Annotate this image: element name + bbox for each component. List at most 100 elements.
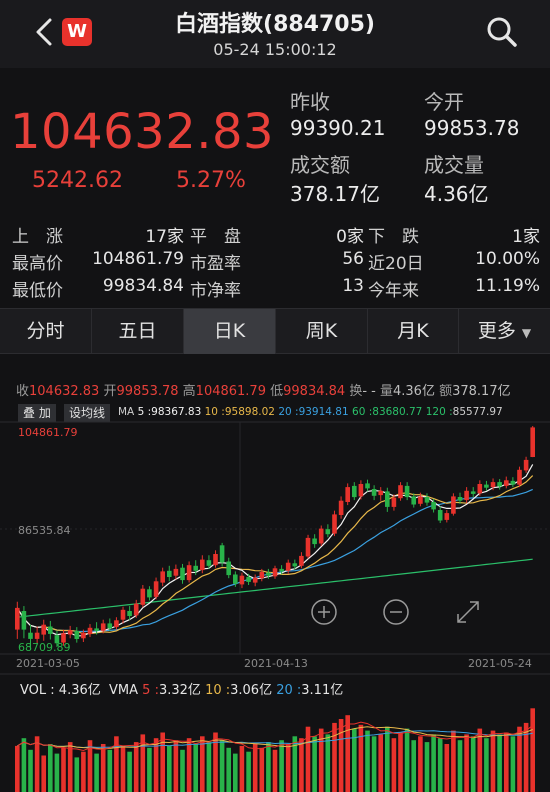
candle-body xyxy=(352,485,357,498)
tab-monthly-k[interactable]: 月K xyxy=(368,309,459,354)
volume-bar xyxy=(200,736,205,792)
pe-label: 市盈率 xyxy=(190,254,241,274)
candle-body xyxy=(120,609,126,620)
candle-body xyxy=(186,565,192,581)
candlestick-chart[interactable] xyxy=(0,354,550,792)
volume-bar xyxy=(523,722,529,792)
candle-body xyxy=(272,568,278,577)
vol-legend: VOL : 4.36亿 VMA 5 :3.32亿 10 :3.06亿 20 :3… xyxy=(20,679,343,698)
fullscreen-button[interactable] xyxy=(454,598,482,626)
candle-body xyxy=(100,623,106,631)
volume-bar xyxy=(299,738,304,792)
open-value: 99853.78 xyxy=(424,116,520,140)
candle-body xyxy=(266,572,271,576)
volume-bar xyxy=(510,736,516,792)
tab-five-day[interactable]: 五日 xyxy=(92,309,184,354)
candle-body xyxy=(504,480,509,486)
candle-body xyxy=(193,565,198,571)
price-change-pct: 5.27% xyxy=(176,168,246,193)
vma5-key: 5 : xyxy=(142,683,159,698)
volume-bar xyxy=(517,726,522,792)
candle-body xyxy=(226,561,231,576)
candle-body xyxy=(233,574,238,584)
candle-body xyxy=(219,545,225,563)
flat-label: 平 盘 xyxy=(190,227,241,247)
volume-bar xyxy=(411,740,416,792)
volume-bar xyxy=(477,728,483,792)
vma-key: VMA xyxy=(109,683,139,698)
volume-bar xyxy=(193,744,198,792)
volume-bar xyxy=(424,742,430,792)
pb-label: 市净率 xyxy=(190,281,241,301)
candle-body xyxy=(173,568,179,576)
candle-body xyxy=(358,484,364,497)
candle-body xyxy=(444,513,450,520)
volume-bar xyxy=(167,745,172,792)
vol-legend-key: VOL : xyxy=(20,683,55,698)
volume-bar xyxy=(239,745,245,792)
candle-body xyxy=(153,581,159,597)
volume-bar xyxy=(391,738,397,792)
candle-body xyxy=(160,571,165,583)
candle-body xyxy=(530,427,535,457)
vma20-key: 20 : xyxy=(276,683,302,698)
volume-bar xyxy=(15,745,20,792)
tab-more[interactable]: 更多 ▼ xyxy=(459,309,550,354)
open-label: 今开 xyxy=(424,90,464,114)
flat-value: 0家 xyxy=(336,227,364,247)
volume-bar xyxy=(444,744,450,792)
volume-bar xyxy=(54,753,60,792)
volume-bar xyxy=(252,744,258,792)
volume-bar xyxy=(206,742,212,792)
volume-bar xyxy=(490,730,496,792)
candle-body xyxy=(411,496,416,505)
vma5-value: 3.32亿 xyxy=(158,683,201,698)
search-button[interactable] xyxy=(484,14,520,50)
price-max-label: 104861.79 xyxy=(18,426,78,439)
volume-bar xyxy=(246,751,251,792)
candle-body xyxy=(477,484,483,494)
volume-bar xyxy=(371,736,377,792)
volume-bar xyxy=(74,757,80,792)
candle-body xyxy=(213,554,218,566)
turnover-label: 成交额 xyxy=(290,153,350,177)
candle-body xyxy=(490,482,496,488)
volume-bar xyxy=(259,747,265,792)
volume-bar xyxy=(266,742,271,792)
candle-body xyxy=(259,572,265,579)
date-mid-label: 2021-04-13 xyxy=(244,657,308,670)
volume-bar xyxy=(437,738,443,792)
volume-bar xyxy=(451,730,456,792)
candle-body xyxy=(41,624,46,635)
volume-bar xyxy=(504,732,509,792)
tab-daily-k[interactable]: 日K xyxy=(184,309,276,354)
volume-bar xyxy=(431,734,436,792)
volume-bar xyxy=(385,726,390,792)
candle-body xyxy=(239,575,245,585)
volume-bar xyxy=(497,734,502,792)
pe-value: 56 xyxy=(342,249,364,269)
vma10-value: 3.06亿 xyxy=(230,683,273,698)
tab-weekly-k[interactable]: 周K xyxy=(276,309,368,354)
volume-bar xyxy=(127,751,132,792)
candle-body xyxy=(28,632,33,639)
candle-body xyxy=(180,567,185,581)
volume-bar xyxy=(226,747,231,792)
candle-body xyxy=(140,588,146,605)
candle-body xyxy=(312,538,317,545)
volume-bar xyxy=(107,749,113,792)
volume-bar xyxy=(404,728,410,792)
candle-body xyxy=(48,626,53,634)
candle-body xyxy=(457,497,463,501)
volume-bar xyxy=(332,722,337,792)
volume-bar xyxy=(378,734,383,792)
prev-close-value: 99390.21 xyxy=(290,116,386,140)
volume-bar xyxy=(120,745,126,792)
volume-bar xyxy=(338,719,344,792)
zoom-in-button[interactable] xyxy=(310,598,338,626)
tab-intraday[interactable]: 分时 xyxy=(0,309,92,354)
candle-body xyxy=(305,537,311,557)
fall-value: 1家 xyxy=(512,227,540,247)
volume-bar xyxy=(279,740,284,792)
zoom-out-button[interactable] xyxy=(382,598,410,626)
